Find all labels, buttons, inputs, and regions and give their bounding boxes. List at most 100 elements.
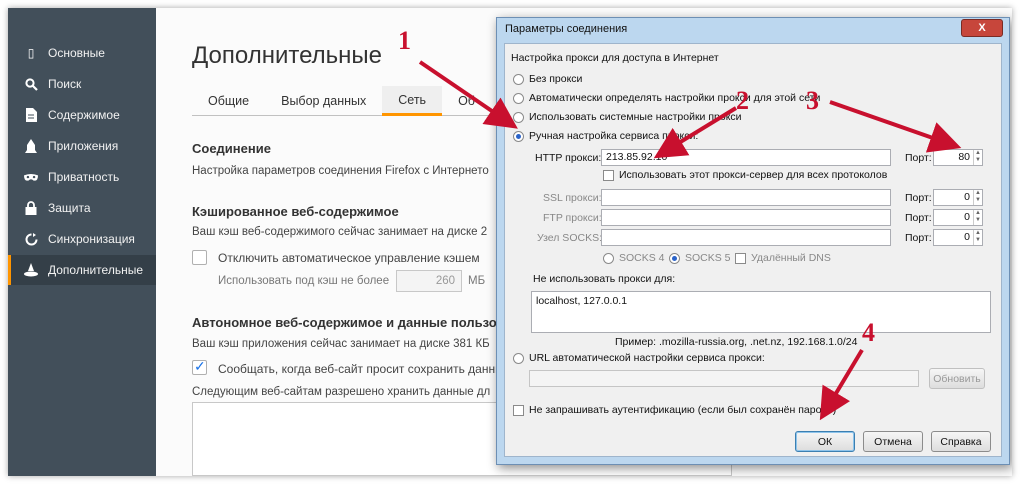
proxy-group-label: Настройка прокси для доступа в Интернет: [511, 52, 719, 64]
cache-text: Ваш кэш веб-содержимого сейчас занимает …: [192, 226, 488, 238]
ftp-proxy-label: FTP прокси:: [543, 212, 602, 224]
cache-unit: МБ: [468, 275, 486, 287]
port-spinner-icon[interactable]: ▲ ▼: [973, 190, 982, 205]
ssl-port-label: Порт:: [905, 192, 932, 204]
port-spinner-icon[interactable]: ▲ ▼: [973, 210, 982, 225]
ssl-proxy-label: SSL прокси:: [543, 192, 602, 204]
sidebar-item-general[interactable]: ▯ Основные: [8, 38, 156, 68]
annotation-label-1: 1: [398, 26, 411, 55]
http-proxy-input[interactable]: 213.85.92.10: [601, 149, 891, 166]
offline-notify-label: Сообщать, когда веб-сайт просит сохранит…: [218, 362, 511, 376]
http-port-input[interactable]: 80 ▲ ▼: [933, 149, 983, 166]
content-icon: [24, 108, 38, 122]
offline-allowed-text: Следующим веб-сайтам разрешено хранить д…: [192, 386, 491, 398]
sidebar-item-content[interactable]: Содержимое: [8, 100, 156, 130]
sync-icon: [24, 232, 38, 246]
ftp-port-input[interactable]: 0 ▲ ▼: [933, 209, 983, 226]
cache-title: Кэшированное веб-содержимое: [192, 204, 399, 219]
screenshot-frame: ▯ Основные Поиск Содержимое Приложения П…: [8, 8, 1012, 476]
radio-no-proxy-label: Без прокси: [529, 73, 583, 85]
annotation-label-3: 3: [806, 86, 819, 115]
ssl-port-input[interactable]: 0 ▲ ▼: [933, 189, 983, 206]
page-title: Дополнительные: [192, 42, 382, 69]
radio-manual-proxy[interactable]: [513, 131, 524, 142]
tab-network[interactable]: Сеть: [382, 86, 443, 116]
radio-socks5[interactable]: [669, 253, 680, 264]
remote-dns-checkbox[interactable]: [735, 253, 746, 264]
socks-host-label: Узел SOCKS:: [537, 232, 602, 244]
sidebar-item-label: Защита: [48, 201, 91, 215]
ok-button[interactable]: ОК: [795, 431, 855, 452]
sidebar-item-label: Синхронизация: [48, 232, 135, 246]
socks5-label: SOCKS 5: [685, 252, 731, 264]
ssl-proxy-input[interactable]: [601, 189, 891, 206]
applications-icon: [24, 139, 38, 153]
port-spinner-icon[interactable]: ▲ ▼: [973, 150, 982, 165]
radio-socks4[interactable]: [603, 253, 614, 264]
advanced-hat-icon: [24, 263, 38, 277]
radio-manual-proxy-label: Ручная настройка сервиса прокси:: [529, 130, 699, 142]
connection-settings-dialog: Параметры соединения X Настройка прокси …: [496, 17, 1010, 465]
cache-limit-label: Использовать под кэш не более: [218, 275, 390, 287]
offline-title: Автономное веб-содержимое и данные польз…: [192, 315, 505, 330]
sidebar-item-advanced[interactable]: Дополнительные: [8, 255, 156, 285]
sidebar-item-label: Приватность: [48, 170, 120, 184]
radio-pac-url[interactable]: [513, 353, 524, 364]
no-auth-prompt-label: Не запрашивать аутентификацию (если был …: [529, 404, 837, 416]
tab-update[interactable]: Об: [442, 86, 491, 116]
socks-port-input[interactable]: 0 ▲ ▼: [933, 229, 983, 246]
help-button[interactable]: Справка: [931, 431, 991, 452]
radio-auto-detect[interactable]: [513, 93, 524, 104]
dialog-body: Настройка прокси для доступа в Интернет …: [504, 43, 1002, 457]
close-button[interactable]: X: [961, 19, 1003, 37]
ssl-port-value: 0: [964, 191, 970, 203]
sidebar-item-label: Основные: [48, 46, 105, 60]
socks-port-label: Порт:: [905, 232, 932, 244]
socks-port-value: 0: [964, 231, 970, 243]
http-port-value: 80: [958, 151, 970, 163]
offline-notify-checkbox[interactable]: [192, 358, 207, 375]
pac-url-label: URL автоматической настройки сервиса про…: [529, 352, 765, 364]
annotation-label-4: 4: [862, 318, 875, 347]
search-icon: [24, 77, 38, 91]
annotation-label-2: 2: [736, 86, 749, 115]
cancel-button[interactable]: Отмена: [863, 431, 923, 452]
cache-size-input[interactable]: 260: [396, 270, 462, 292]
socks-host-input[interactable]: [601, 229, 891, 246]
sidebar-item-label: Содержимое: [48, 108, 120, 122]
ftp-proxy-input[interactable]: [601, 209, 891, 226]
sidebar-item-sync[interactable]: Синхронизация: [8, 224, 156, 254]
no-proxy-label: Не использовать прокси для:: [533, 273, 676, 285]
lock-icon: [24, 201, 38, 215]
radio-auto-detect-label: Автоматически определять настройки прокс…: [529, 92, 821, 104]
dialog-title: Параметры соединения: [505, 23, 628, 35]
http-proxy-label: HTTP прокси:: [535, 152, 602, 164]
ftp-port-label: Порт:: [905, 212, 932, 224]
port-spinner-icon[interactable]: ▲ ▼: [973, 230, 982, 245]
cache-override-checkbox[interactable]: [192, 250, 207, 265]
same-proxy-label: Использовать этот прокси-сервер для всех…: [619, 169, 888, 181]
offline-text: Ваш кэш приложения сейчас занимает на ди…: [192, 338, 490, 350]
http-port-label: Порт:: [905, 152, 932, 164]
connection-title: Соединение: [192, 141, 271, 156]
privacy-mask-icon: [24, 170, 38, 184]
radio-no-proxy[interactable]: [513, 74, 524, 85]
same-proxy-checkbox[interactable]: [603, 170, 614, 181]
no-proxy-textarea[interactable]: localhost, 127.0.0.1: [531, 291, 991, 333]
sidebar-item-applications[interactable]: Приложения: [8, 131, 156, 161]
sidebar-item-label: Поиск: [48, 77, 82, 91]
sidebar-item-label: Приложения: [48, 139, 119, 153]
tab-data-choices[interactable]: Выбор данных: [265, 86, 382, 116]
tab-general[interactable]: Общие: [192, 86, 265, 116]
remote-dns-label: Удалённый DNS: [751, 252, 831, 264]
sidebar-item-search[interactable]: Поиск: [8, 69, 156, 99]
pac-url-input[interactable]: [529, 370, 919, 387]
radio-system-proxy[interactable]: [513, 112, 524, 123]
no-auth-prompt-checkbox[interactable]: [513, 405, 524, 416]
sidebar-item-privacy[interactable]: Приватность: [8, 162, 156, 192]
radio-system-proxy-label: Использовать системные настройки прокси: [529, 111, 742, 123]
sidebar-item-security[interactable]: Защита: [8, 193, 156, 223]
reload-button[interactable]: Обновить: [929, 368, 985, 389]
preferences-sidebar: ▯ Основные Поиск Содержимое Приложения П…: [8, 8, 156, 476]
socks4-label: SOCKS 4: [619, 252, 665, 264]
